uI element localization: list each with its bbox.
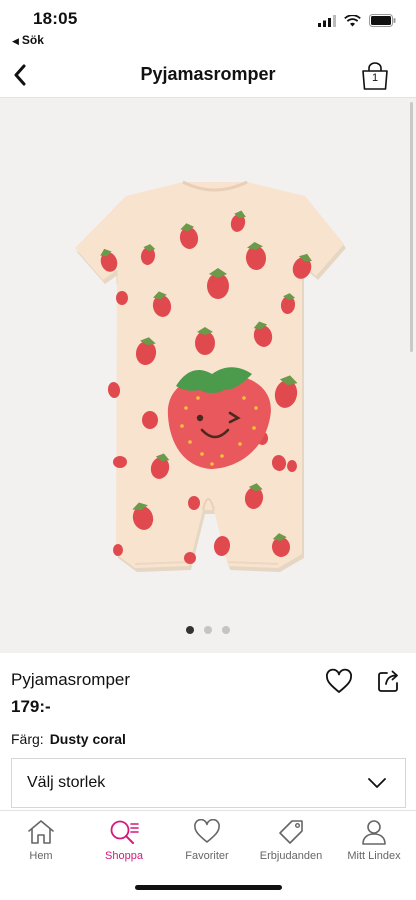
product-name: Pyjamasromper [11, 670, 131, 689]
home-indicator [135, 885, 282, 890]
nav-item-favorites[interactable]: Favoriter [167, 815, 247, 862]
nav-item-shop[interactable]: Shoppa [84, 815, 164, 862]
heart-icon [326, 668, 352, 693]
battery-icon [369, 14, 396, 27]
color-label: Färg: [11, 731, 44, 747]
signal-icon [318, 14, 336, 27]
nav-label-shop: Shoppa [105, 850, 143, 862]
romper-illustration [75, 180, 346, 572]
carousel-dot[interactable] [222, 626, 230, 634]
product-price: 179:- [11, 697, 51, 716]
cart-count-badge: 1 [371, 72, 379, 84]
nav-label-home: Hem [29, 850, 53, 862]
user-icon [362, 820, 386, 845]
tag-icon [279, 820, 303, 844]
color-value: Dusty coral [49, 731, 126, 747]
nav-label-favorites: Favoriter [185, 850, 229, 862]
size-select-label: Välj storlek [27, 774, 106, 791]
wifi-icon [344, 14, 361, 26]
nav-item-offers[interactable]: Erbjudanden [251, 815, 331, 862]
favorite-button[interactable] [325, 668, 353, 696]
status-icons [318, 14, 396, 27]
nav-item-home[interactable]: Hem [1, 815, 81, 862]
back-triangle-icon: ◀ [12, 36, 19, 46]
back-app-label: Sök [21, 33, 44, 47]
nav-label-account: Mitt Lindex [347, 850, 401, 862]
status-bar: 18:05 ◀ Sök [0, 0, 416, 50]
carousel-dot[interactable] [204, 626, 212, 634]
status-time: 18:05 [33, 9, 78, 28]
size-select[interactable]: Välj storlek [11, 758, 406, 808]
back-to-app-link[interactable]: ◀ Sök [12, 33, 44, 47]
search-list-icon [110, 820, 139, 844]
share-icon [378, 670, 398, 692]
share-button[interactable] [376, 668, 402, 694]
cart-button[interactable]: 1 [360, 61, 390, 91]
nav-item-account[interactable]: Mitt Lindex [334, 815, 414, 862]
home-icon [28, 820, 54, 844]
page-title: Pyjamasromper [140, 64, 276, 84]
color-row: Färg: Dusty coral [11, 731, 126, 747]
carousel-dots[interactable] [0, 626, 416, 634]
carousel-dot[interactable] [186, 626, 194, 634]
heart-icon [194, 819, 220, 843]
nav-label-offers: Erbjudanden [259, 850, 323, 862]
image-scrollbar[interactable] [410, 102, 413, 352]
nav-header: Pyjamasromper 1 [0, 52, 416, 98]
chevron-down-icon [368, 778, 386, 788]
product-image[interactable] [0, 98, 416, 653]
